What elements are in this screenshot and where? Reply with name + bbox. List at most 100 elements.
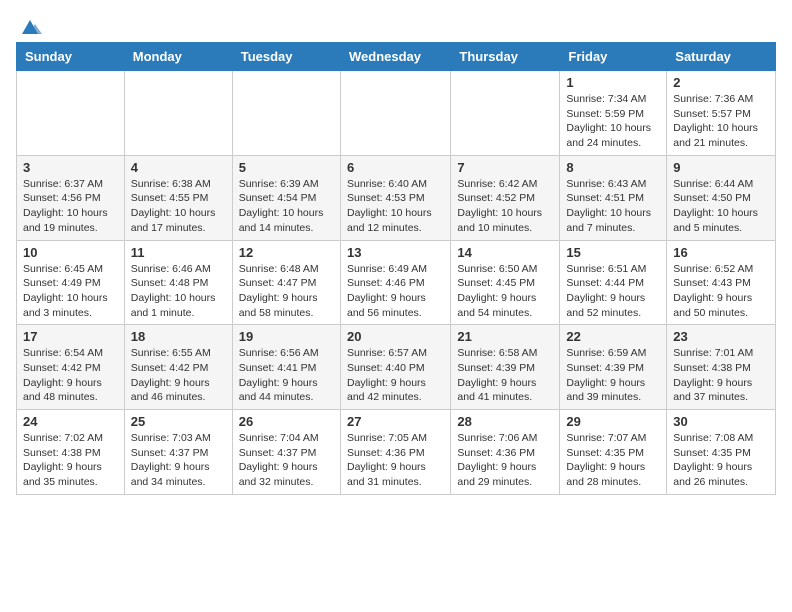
calendar-cell: 9Sunrise: 6:44 AM Sunset: 4:50 PM Daylig… [667,155,776,240]
day-number: 11 [131,245,226,260]
calendar-cell: 24 Sunrise: 7:02 AM Sunset: 4:38 PM Dayli… [17,410,125,495]
calendar-cell: 8 Sunrise: 6:43 AM Sunset: 4:51 PM Daylig… [560,155,667,240]
calendar-header-saturday: Saturday [667,43,776,71]
day-number: 8 [566,160,660,175]
day-number: 16 [673,245,769,260]
calendar-cell: 20 Sunrise: 6:57 AM Sunset: 4:40 PM Dayli… [340,325,450,410]
calendar-cell: 1Sunrise: 7:34 AM Sunset: 5:59 PM Daylig… [560,71,667,156]
day-info: Sunrise: 7:07 AM Sunset: 4:35 PM Dayligh… [566,431,660,490]
day-number: 22 [566,329,660,344]
day-number: 21 [457,329,553,344]
day-info: Sunrise: 6:38 AM Sunset: 4:55 PM Dayligh… [131,177,226,236]
day-number: 17 [23,329,118,344]
day-number: 27 [347,414,444,429]
calendar-cell: 11 Sunrise: 6:46 AM Sunset: 4:48 PM Dayli… [124,240,232,325]
day-number: 26 [239,414,334,429]
calendar-week-4: 17Sunrise: 6:54 AM Sunset: 4:42 PM Dayli… [17,325,776,410]
calendar-cell: 5 Sunrise: 6:39 AM Sunset: 4:54 PM Daylig… [232,155,340,240]
day-info: Sunrise: 7:01 AM Sunset: 4:38 PM Dayligh… [673,346,769,405]
day-info: Sunrise: 6:42 AM Sunset: 4:52 PM Dayligh… [457,177,553,236]
calendar-cell [124,71,232,156]
day-info: Sunrise: 6:59 AM Sunset: 4:39 PM Dayligh… [566,346,660,405]
calendar-cell: 28 Sunrise: 7:06 AM Sunset: 4:36 PM Dayli… [451,410,560,495]
calendar-cell: 2 Sunrise: 7:36 AM Sunset: 5:57 PM Daylig… [667,71,776,156]
calendar-header-friday: Friday [560,43,667,71]
calendar-cell: 12 Sunrise: 6:48 AM Sunset: 4:47 PM Dayli… [232,240,340,325]
day-info: Sunrise: 6:57 AM Sunset: 4:40 PM Dayligh… [347,346,444,405]
day-info: Sunrise: 6:37 AM Sunset: 4:56 PM Dayligh… [23,177,118,236]
day-number: 13 [347,245,444,260]
day-info: Sunrise: 6:50 AM Sunset: 4:45 PM Dayligh… [457,262,553,321]
day-info: Sunrise: 6:46 AM Sunset: 4:48 PM Dayligh… [131,262,226,321]
calendar-cell: 23 Sunrise: 7:01 AM Sunset: 4:38 PM Dayli… [667,325,776,410]
calendar-header-tuesday: Tuesday [232,43,340,71]
day-info: Sunrise: 6:49 AM Sunset: 4:46 PM Dayligh… [347,262,444,321]
day-info: Sunrise: 7:02 AM Sunset: 4:38 PM Dayligh… [23,431,118,490]
calendar-header-sunday: Sunday [17,43,125,71]
calendar-cell: 25 Sunrise: 7:03 AM Sunset: 4:37 PM Dayli… [124,410,232,495]
calendar-cell: 7 Sunrise: 6:42 AM Sunset: 4:52 PM Daylig… [451,155,560,240]
calendar-cell [451,71,560,156]
day-number: 3 [23,160,118,175]
day-info: Sunrise: 6:58 AM Sunset: 4:39 PM Dayligh… [457,346,553,405]
calendar-week-2: 3 Sunrise: 6:37 AM Sunset: 4:56 PM Daylig… [17,155,776,240]
day-number: 2 [673,75,769,90]
day-info: Sunrise: 6:45 AM Sunset: 4:49 PM Dayligh… [23,262,118,321]
day-info: Sunrise: 7:06 AM Sunset: 4:36 PM Dayligh… [457,431,553,490]
day-number: 20 [347,329,444,344]
calendar-cell: 27 Sunrise: 7:05 AM Sunset: 4:36 PM Dayli… [340,410,450,495]
calendar-cell: 10 Sunrise: 6:45 AM Sunset: 4:49 PM Dayli… [17,240,125,325]
day-info: Sunrise: 7:36 AM Sunset: 5:57 PM Dayligh… [673,92,769,151]
day-info: Sunrise: 6:40 AM Sunset: 4:53 PM Dayligh… [347,177,444,236]
day-number: 30 [673,414,769,429]
calendar-header-monday: Monday [124,43,232,71]
day-info: Sunrise: 6:39 AM Sunset: 4:54 PM Dayligh… [239,177,334,236]
day-number: 15 [566,245,660,260]
calendar-cell [232,71,340,156]
calendar-cell: 16 Sunrise: 6:52 AM Sunset: 4:43 PM Dayli… [667,240,776,325]
day-number: 29 [566,414,660,429]
day-number: 24 [23,414,118,429]
calendar-cell: 15 Sunrise: 6:51 AM Sunset: 4:44 PM Dayli… [560,240,667,325]
day-info: Sunrise: 6:48 AM Sunset: 4:47 PM Dayligh… [239,262,334,321]
calendar-cell: 18 Sunrise: 6:55 AM Sunset: 4:42 PM Dayli… [124,325,232,410]
calendar-cell: 29 Sunrise: 7:07 AM Sunset: 4:35 PM Dayli… [560,410,667,495]
day-number: 12 [239,245,334,260]
logo-icon [18,16,42,40]
calendar-week-5: 24 Sunrise: 7:02 AM Sunset: 4:38 PM Dayli… [17,410,776,495]
day-number: 28 [457,414,553,429]
day-number: 18 [131,329,226,344]
day-info: Sunrise: 6:43 AM Sunset: 4:51 PM Dayligh… [566,177,660,236]
day-info: Sunrise: 7:08 AM Sunset: 4:35 PM Dayligh… [673,431,769,490]
day-info: Sunrise: 6:55 AM Sunset: 4:42 PM Dayligh… [131,346,226,405]
calendar-header-wednesday: Wednesday [340,43,450,71]
day-info: Sunrise: 6:56 AM Sunset: 4:41 PM Dayligh… [239,346,334,405]
calendar-table: SundayMondayTuesdayWednesdayThursdayFrid… [16,42,776,495]
day-number: 10 [23,245,118,260]
calendar-cell: 13 Sunrise: 6:49 AM Sunset: 4:46 PM Dayli… [340,240,450,325]
day-info: Sunrise: 7:03 AM Sunset: 4:37 PM Dayligh… [131,431,226,490]
day-info: Sunrise: 6:51 AM Sunset: 4:44 PM Dayligh… [566,262,660,321]
calendar-cell: 14 Sunrise: 6:50 AM Sunset: 4:45 PM Dayli… [451,240,560,325]
day-number: 4 [131,160,226,175]
calendar-cell: 17Sunrise: 6:54 AM Sunset: 4:42 PM Dayli… [17,325,125,410]
day-number: 23 [673,329,769,344]
calendar-cell: 30 Sunrise: 7:08 AM Sunset: 4:35 PM Dayli… [667,410,776,495]
day-number: 6 [347,160,444,175]
page-header [16,16,776,34]
day-info: Sunrise: 7:05 AM Sunset: 4:36 PM Dayligh… [347,431,444,490]
calendar-cell: 26Sunrise: 7:04 AM Sunset: 4:37 PM Dayli… [232,410,340,495]
day-number: 25 [131,414,226,429]
calendar-cell [340,71,450,156]
calendar-cell [17,71,125,156]
calendar-cell: 3 Sunrise: 6:37 AM Sunset: 4:56 PM Daylig… [17,155,125,240]
day-number: 5 [239,160,334,175]
day-info: Sunrise: 6:44 AM Sunset: 4:50 PM Dayligh… [673,177,769,236]
calendar-cell: 22 Sunrise: 6:59 AM Sunset: 4:39 PM Dayli… [560,325,667,410]
calendar-cell: 6 Sunrise: 6:40 AM Sunset: 4:53 PM Daylig… [340,155,450,240]
day-number: 7 [457,160,553,175]
day-info: Sunrise: 7:34 AM Sunset: 5:59 PM Dayligh… [566,92,660,151]
day-info: Sunrise: 6:52 AM Sunset: 4:43 PM Dayligh… [673,262,769,321]
day-number: 14 [457,245,553,260]
calendar-cell: 21 Sunrise: 6:58 AM Sunset: 4:39 PM Dayli… [451,325,560,410]
